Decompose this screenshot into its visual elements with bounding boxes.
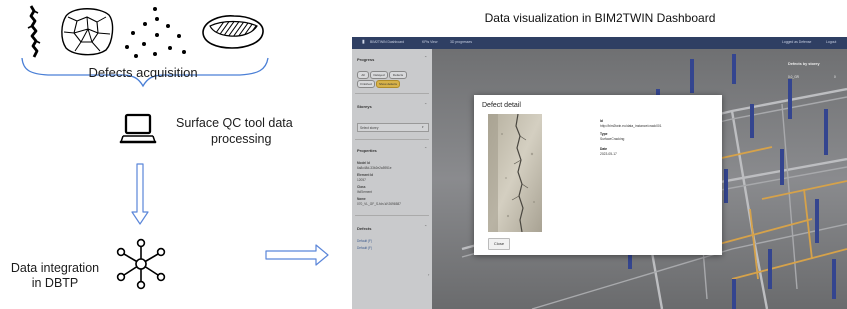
storey-row-label: 0.0_GR [788, 75, 799, 79]
integration-label-line1: Data integration [10, 261, 100, 275]
building-logo-icon: ▮ [362, 39, 365, 45]
prop-value: 6a8c48d-33b2e2a5951e [357, 166, 392, 170]
nav-kpis-view[interactable]: KPIs View [422, 40, 437, 44]
field-value: http://bim2twin.eu/data_instance/crack00… [600, 124, 662, 128]
logged-as-user: Logged as Defense [782, 40, 812, 44]
progress-title: Progress [357, 57, 375, 62]
collapse-handle-icon[interactable]: › [428, 272, 429, 277]
prop-key: Class [357, 185, 366, 189]
crack-icon [27, 5, 41, 58]
arrow-right-icon [265, 244, 329, 266]
field-key: Id [600, 119, 603, 123]
storey-row-value: 0 [834, 75, 836, 79]
processing-label-line2: processing [211, 132, 272, 146]
prop-value: IfcElement [357, 190, 373, 194]
defect-photo [488, 114, 542, 232]
chevron-up-icon[interactable]: ⌃ [424, 102, 427, 107]
defects-by-storey-title: Defects by storey [788, 62, 820, 66]
chevron-up-icon[interactable]: ⌃ [424, 55, 427, 60]
prop-key: Model Id [357, 161, 370, 165]
storey-select[interactable]: Select storey ▾ [357, 123, 429, 132]
chip-all[interactable]: All [357, 71, 369, 79]
prop-key: Name [357, 197, 366, 201]
dashboard-topbar: ▮ BIM2TWIN Dashboard KPIs View 3D progre… [352, 37, 847, 49]
processing-label-line1: Surface QC tool data [176, 116, 293, 130]
chevron-up-icon[interactable]: ⌃ [424, 146, 427, 151]
chip-delayed[interactable]: Delayed [370, 71, 388, 79]
defects-acquisition-label: Defects acquisition [88, 65, 198, 80]
app-name[interactable]: BIM2TWIN Dashboard [370, 40, 404, 44]
defect-link[interactable]: Default (F) [357, 246, 372, 250]
prop-value: 12057 [357, 178, 366, 182]
modal-title: Defect detail [482, 102, 521, 109]
prop-key: Element Id [357, 173, 374, 177]
field-key: Date [600, 147, 608, 151]
defect-link[interactable]: Default (F) [357, 239, 372, 243]
properties-title: Properties [357, 148, 377, 153]
prop-value: 070_VL_GF_S-fdn-W:2696587 [357, 202, 401, 206]
defects-title: Defects [357, 226, 372, 231]
logout-link[interactable]: Logout [826, 40, 836, 44]
chevron-up-icon[interactable]: ⌃ [424, 224, 427, 229]
field-value: SurfaceCracking [600, 137, 625, 141]
chevron-down-icon: ▾ [422, 125, 424, 129]
dashboard-title: Data visualization in BIM2TWIN Dashboard [484, 11, 716, 25]
close-button[interactable]: Close [488, 238, 510, 250]
arrow-down-icon [131, 163, 149, 225]
dashboard-sidebar: Progress ⌃ All Delayed Defects Finished … [352, 49, 432, 309]
chip-finished[interactable]: Finished [357, 80, 375, 88]
integration-label-line2: in DBTP [31, 276, 79, 290]
field-key: Type [600, 132, 608, 136]
field-value: 2023-05-17 [600, 152, 617, 156]
chip-show-defects[interactable]: Show defects [376, 80, 400, 88]
cracked-surface-icon [61, 8, 114, 56]
storeys-title: Storeys [357, 104, 372, 109]
network-icon [116, 238, 166, 290]
dots-icon [125, 7, 186, 58]
chip-defects[interactable]: Defects [389, 71, 407, 79]
laptop-icon [119, 113, 157, 144]
defect-detail-modal: Defect detail Id http://bim2twin.eu/data… [474, 95, 722, 255]
hatched-patch-icon [202, 15, 264, 49]
nav-3d-progresses[interactable]: 3D progresses [450, 40, 472, 44]
